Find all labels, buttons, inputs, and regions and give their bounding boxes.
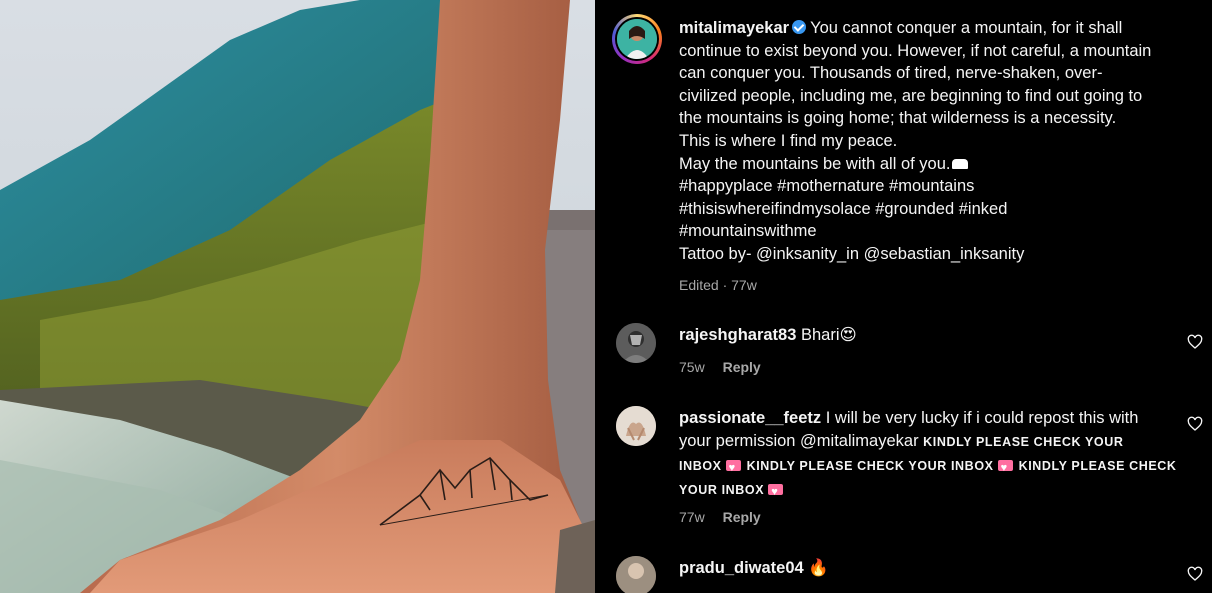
comment-body: INBOX	[679, 459, 722, 473]
comment-body: KINDLY PLEASE CHECK	[1018, 459, 1177, 473]
comment: rajeshgharat83 Bhari😍	[679, 324, 857, 347]
caption-line: can conquer you. Thousands of tired, ner…	[679, 64, 1103, 83]
post-photo	[0, 0, 595, 593]
heart-outline-icon[interactable]	[1187, 416, 1203, 432]
pink-heart-emoji-icon	[997, 457, 1013, 480]
pink-heart-emoji-icon	[768, 481, 784, 504]
comment: passionate__feetz I will be very lucky i…	[679, 407, 1177, 504]
post-comments-panel: mitalimayekar You cannot conquer a mounta…	[595, 0, 1212, 593]
heart-outline-icon[interactable]	[1187, 334, 1203, 350]
caption-hashtags[interactable]: #mountainswithme	[679, 220, 1189, 243]
comment-body: Bhari	[801, 326, 840, 344]
reply-button[interactable]: Reply	[723, 359, 761, 375]
post-caption: mitalimayekar You cannot conquer a mounta…	[679, 17, 1189, 266]
verified-badge-icon	[792, 20, 807, 34]
caption-hashtags[interactable]: #happyplace #mothernature #mountains	[679, 175, 1189, 198]
comment-body: your permission @mitalimayekar	[679, 432, 919, 450]
comment-meta: 75w Reply	[679, 359, 761, 375]
comment-age: 77w	[679, 509, 705, 525]
comment: pradu_diwate04 🔥	[679, 557, 829, 580]
comment-body: KINDLY PLEASE CHECK YOUR	[923, 435, 1124, 449]
comment-username[interactable]: rajeshgharat83	[679, 326, 796, 344]
comment-age: 75w	[679, 359, 705, 375]
author-avatar[interactable]	[612, 14, 662, 64]
caption-credits[interactable]: Tattoo by- @inksanity_in @sebastian_inks…	[679, 243, 1189, 266]
commenter-avatar[interactable]	[616, 323, 656, 363]
mountain-emoji-icon	[952, 158, 969, 169]
commenter-avatar[interactable]	[616, 556, 656, 593]
author-username[interactable]: mitalimayekar	[679, 19, 789, 37]
caption-line: You cannot conquer a mountain, for it sh…	[810, 19, 1123, 37]
heart-outline-icon[interactable]	[1187, 566, 1203, 582]
reply-button[interactable]: Reply	[723, 509, 761, 525]
caption-line: continue to exist beyond you. However, i…	[679, 41, 1152, 60]
caption-line: civilized people, including me, are begi…	[679, 86, 1143, 105]
caption-line: This is where I find my peace.	[679, 131, 898, 150]
comment-username[interactable]: passionate__feetz	[679, 409, 821, 427]
comment-body: YOUR INBOX	[679, 483, 765, 497]
post-meta: Edited · 77w	[679, 277, 757, 293]
comment-username[interactable]: pradu_diwate04	[679, 559, 804, 577]
commenter-avatar[interactable]	[616, 406, 656, 446]
comment-body: I will be very lucky if i could repost t…	[825, 409, 1139, 427]
caption-line: May the mountains be with all of you.	[679, 154, 951, 173]
fire-emoji-icon: 🔥	[808, 559, 829, 577]
pink-heart-emoji-icon	[725, 457, 741, 480]
comment-meta: 77w Reply	[679, 509, 761, 525]
comment-body: KINDLY PLEASE CHECK YOUR INBOX	[746, 459, 994, 473]
caption-hashtags[interactable]: #thisiswhereifindmysolace #grounded #ink…	[679, 198, 1189, 221]
caption-line: the mountains is going home; that wilder…	[679, 109, 1117, 128]
heart-eyes-emoji-icon: 😍	[839, 326, 857, 344]
